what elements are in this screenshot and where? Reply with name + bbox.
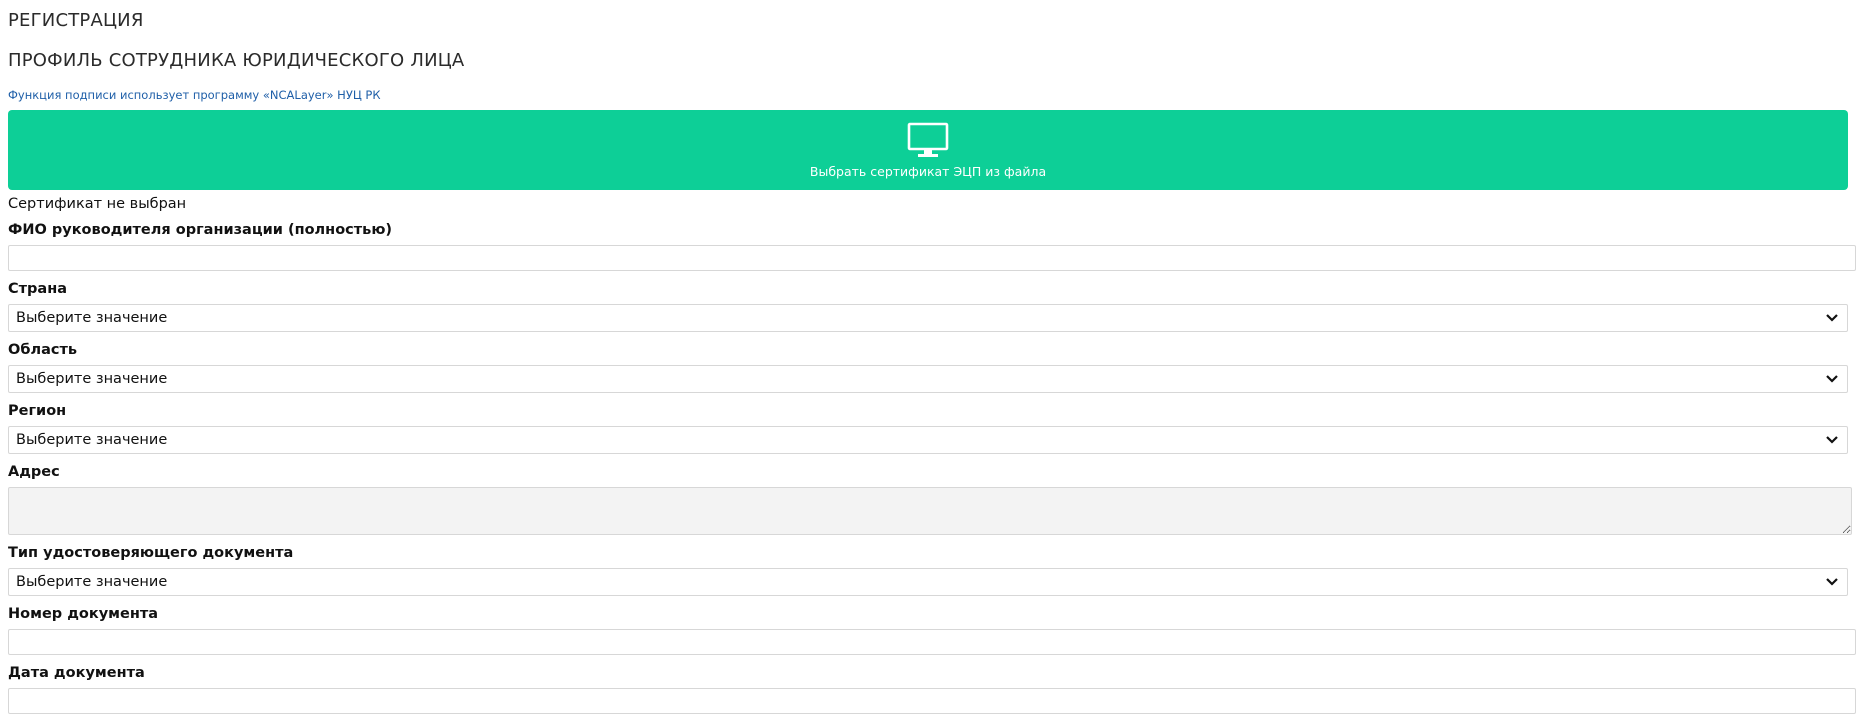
doc-date-input[interactable] [8, 688, 1856, 714]
oblast-select[interactable]: Выберите значение [8, 365, 1848, 393]
country-select-value: Выберите значение [16, 310, 168, 326]
registration-page: РЕГИСТРАЦИЯ ПРОФИЛЬ СОТРУДНИКА ЮРИДИЧЕСК… [0, 0, 1866, 718]
monitor-icon [907, 122, 949, 157]
region-label: Регион [8, 403, 67, 419]
doc-type-label: Тип удостоверяющего документа [8, 545, 294, 561]
chevron-down-icon [1826, 375, 1838, 383]
doc-type-select-value: Выберите значение [16, 574, 168, 590]
doc-number-label: Номер документа [8, 606, 159, 622]
page-title: РЕГИСТРАЦИЯ [8, 10, 144, 31]
doc-number-input[interactable] [8, 629, 1856, 655]
chevron-down-icon [1826, 578, 1838, 586]
oblast-label: Область [8, 342, 78, 358]
address-label: Адрес [8, 464, 60, 480]
doc-type-select[interactable]: Выберите значение [8, 568, 1848, 596]
select-certificate-button[interactable]: Выбрать сертификат ЭЦП из файла [8, 110, 1848, 190]
country-select[interactable]: Выберите значение [8, 304, 1848, 332]
chevron-down-icon [1826, 314, 1838, 322]
oblast-select-value: Выберите значение [16, 371, 168, 387]
chevron-down-icon [1826, 436, 1838, 444]
ncalayer-info-link[interactable]: Функция подписи использует программу «NC… [8, 88, 381, 102]
page-subtitle: ПРОФИЛЬ СОТРУДНИКА ЮРИДИЧЕСКОГО ЛИЦА [8, 50, 465, 71]
country-label: Страна [8, 281, 68, 297]
certificate-status: Сертификат не выбран [8, 196, 187, 212]
region-select[interactable]: Выберите значение [8, 426, 1848, 454]
address-textarea[interactable] [8, 487, 1852, 535]
region-select-value: Выберите значение [16, 432, 168, 448]
doc-date-label: Дата документа [8, 665, 145, 681]
director-name-label: ФИО руководителя организации (полностью) [8, 222, 393, 238]
select-certificate-label: Выбрать сертификат ЭЦП из файла [809, 164, 1047, 179]
director-name-input[interactable] [8, 245, 1856, 271]
